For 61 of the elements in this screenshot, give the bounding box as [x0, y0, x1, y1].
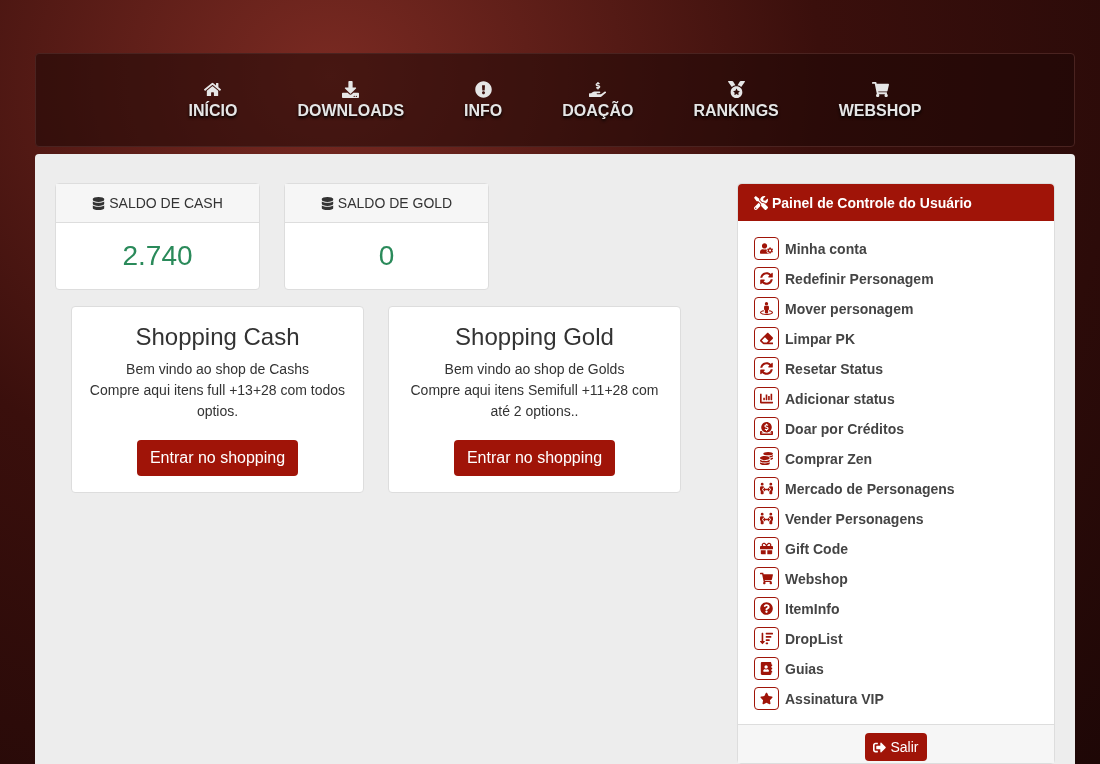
- balance-label: SALDO DE GOLD: [337, 195, 453, 211]
- chart-icon: [754, 387, 779, 410]
- shop-title: Shopping Cash: [135, 323, 300, 351]
- cart-icon: [754, 567, 779, 590]
- panel-menu-item[interactable]: Adicionar status: [754, 387, 1038, 410]
- arrows-cycle-icon: [754, 267, 779, 290]
- enter-shop-button[interactable]: Entrar no shopping: [453, 440, 616, 476]
- nav-link[interactable]: DOAÇÃO: [562, 80, 634, 120]
- balance-value: 2.740: [122, 240, 193, 272]
- database-icon: [92, 196, 106, 210]
- shop-description: Compre aqui itens full +13+28 com todos optios.: [88, 381, 347, 421]
- user-gear-icon: [754, 237, 779, 260]
- panel-menu-item[interactable]: Gift Code: [754, 537, 1038, 560]
- hand-coin-icon: [589, 80, 607, 98]
- nav-link[interactable]: DOWNLOADS: [297, 80, 405, 120]
- arrows-cycle-icon: [754, 357, 779, 380]
- balance-label: SALDO DE CASH: [109, 195, 223, 211]
- logout-button[interactable]: Salir: [865, 733, 927, 761]
- exclamation-icon: [474, 80, 492, 98]
- address-book-icon: [754, 657, 779, 680]
- logout-icon: [873, 740, 887, 754]
- person-icon: [754, 297, 779, 320]
- panel-menu-item[interactable]: Guias: [754, 657, 1038, 680]
- home-icon: [204, 80, 222, 98]
- panel-menu-item[interactable]: Minha conta: [754, 237, 1038, 260]
- panel-menu-item[interactable]: ItemInfo: [754, 597, 1038, 620]
- panel-menu-item[interactable]: Comprar Zen: [754, 447, 1038, 470]
- enter-shop-button[interactable]: Entrar no shopping: [136, 440, 299, 476]
- coin-icon: [754, 417, 779, 440]
- gift-icon: [754, 537, 779, 560]
- panel-menu-item[interactable]: Redefinir Personagem: [754, 267, 1038, 290]
- medal-icon: [727, 80, 745, 98]
- people-arrows-icon: [754, 477, 779, 500]
- nav-link[interactable]: RANKINGS: [693, 80, 779, 120]
- eraser-icon: [754, 327, 779, 350]
- people-arrows-icon: [754, 507, 779, 530]
- shop-description: Compre aqui itens Semifull +11+28 com até 2 options..: [409, 381, 660, 421]
- panel-menu-item[interactable]: Doar por Créditos: [754, 417, 1038, 440]
- panel-menu-item[interactable]: Mover personagem: [754, 297, 1038, 320]
- sort-icon: [754, 627, 779, 650]
- shop-title: Shopping Gold: [455, 323, 614, 351]
- panel-menu-item[interactable]: Vender Personagens: [754, 507, 1038, 530]
- panel-menu-item[interactable]: Assinatura VIP: [754, 687, 1038, 710]
- database-icon: [320, 196, 334, 210]
- panel-menu-item[interactable]: Mercado de Personagens: [754, 477, 1038, 500]
- question-icon: [754, 597, 779, 620]
- balance-value: 0: [378, 240, 395, 272]
- nav-link[interactable]: INFO: [464, 80, 503, 120]
- shop-description: Bem vindo ao shop de Golds: [444, 360, 625, 379]
- nav-link[interactable]: INÍCIO: [188, 80, 238, 120]
- panel-menu-item[interactable]: Limpar PK: [754, 327, 1038, 350]
- shop-description: Bem vindo ao shop de Cashs: [126, 360, 309, 379]
- tools-icon: [754, 195, 768, 210]
- panel-menu-item[interactable]: DropList: [754, 627, 1038, 650]
- cart-icon: [871, 80, 889, 98]
- panel-menu-item[interactable]: Webshop: [754, 567, 1038, 590]
- nav-link[interactable]: WEBSHOP: [838, 80, 922, 120]
- download-icon: [342, 80, 360, 98]
- panel-menu-item[interactable]: Resetar Status: [754, 357, 1038, 380]
- coins-icon: [754, 447, 779, 470]
- panel-title: Painel de Controle do Usuário: [772, 194, 972, 211]
